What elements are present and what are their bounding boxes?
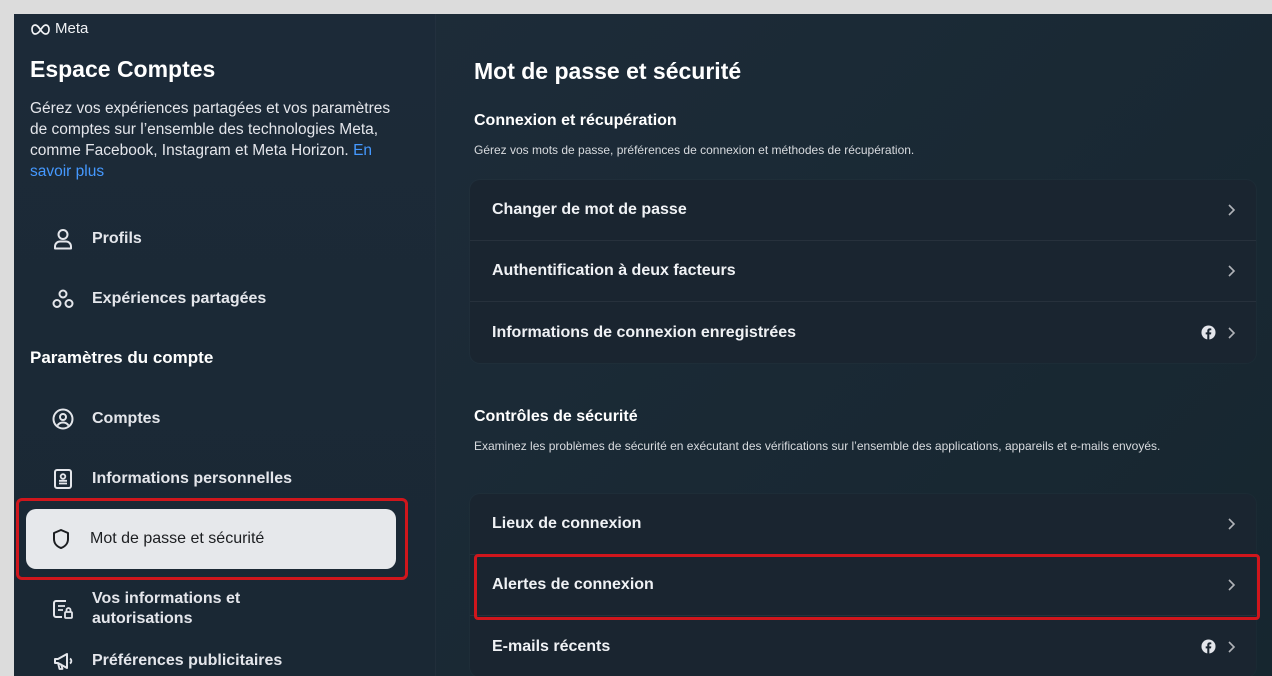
row-label: Authentification à deux facteurs xyxy=(492,262,736,279)
chevron-right-icon xyxy=(1228,518,1236,530)
two-factor-auth-row[interactable]: Authentification à deux facteurs xyxy=(470,241,1256,302)
security-checks-description: Examinez les problèmes de sécurité en ex… xyxy=(474,439,1161,453)
sidebar-item-label: Informations personnelles xyxy=(92,470,293,487)
shield-icon xyxy=(50,528,72,550)
sidebar: Meta Espace Comptes Gérez vos expérience… xyxy=(14,14,436,676)
sidebar-item-label: Vos informations et autorisations xyxy=(92,590,241,627)
chevron-right-icon xyxy=(1228,640,1236,653)
facebook-icon xyxy=(1201,325,1216,340)
row-label: Changer de mot de passe xyxy=(492,201,687,218)
info-permissions-icon xyxy=(52,598,74,620)
sidebar-item-label: Comptes xyxy=(92,410,161,427)
security-checks-card: Lieux de connexion Alertes de connexion … xyxy=(470,494,1256,676)
login-recovery-heading: Connexion et récupération xyxy=(474,112,677,129)
sidebar-item-password-security[interactable]: Mot de passe et sécurité xyxy=(26,509,396,569)
facebook-icon xyxy=(1201,639,1216,654)
account-settings-heading: Paramètres du compte xyxy=(30,348,214,367)
megaphone-icon xyxy=(52,650,74,672)
page-title: Mot de passe et sécurité xyxy=(474,58,742,84)
main-content: Mot de passe et sécurité Connexion et ré… xyxy=(458,14,1258,676)
meta-logo: Meta xyxy=(30,20,88,37)
login-alerts-row[interactable]: Alertes de connexion xyxy=(470,555,1256,616)
row-label: Alertes de connexion xyxy=(492,576,654,593)
sidebar-title: Espace Comptes xyxy=(30,56,216,82)
sidebar-item-label: Expériences partagées xyxy=(92,290,267,307)
sidebar-description-text: Gérez vos expériences partagées et vos p… xyxy=(30,100,391,159)
row-label: Informations de connexion enregistrées xyxy=(492,323,797,341)
sidebar-item-accounts[interactable]: Comptes xyxy=(28,390,398,448)
sidebar-item-profiles[interactable]: Profils xyxy=(28,210,398,268)
accounts-center-window: Meta Espace Comptes Gérez vos expérience… xyxy=(14,14,1272,676)
shared-experiences-icon xyxy=(52,288,74,310)
sidebar-item-label: Profils xyxy=(92,230,142,247)
change-password-row[interactable]: Changer de mot de passe xyxy=(470,180,1256,241)
sidebar-item-shared-experiences[interactable]: Expériences partagées xyxy=(28,270,398,328)
chevron-right-icon xyxy=(1228,579,1236,591)
chevron-right-icon xyxy=(1228,326,1236,339)
account-circle-icon xyxy=(52,408,74,430)
saved-login-info-row[interactable]: Informations de connexion enregistrées xyxy=(470,302,1256,363)
security-checks-heading: Contrôles de sécurité xyxy=(474,408,638,425)
sidebar-item-info-permissions[interactable]: Vos informations et autorisations xyxy=(28,580,398,638)
login-recovery-card: Changer de mot de passe Authentification… xyxy=(470,180,1256,363)
meta-infinity-icon xyxy=(31,23,50,35)
sidebar-item-personal-info[interactable]: Informations personnelles xyxy=(28,450,398,508)
sidebar-item-ad-preferences[interactable]: Préférences publicitaires xyxy=(28,632,398,676)
sidebar-description: Gérez vos expériences partagées et vos p… xyxy=(30,98,400,182)
login-locations-row[interactable]: Lieux de connexion xyxy=(470,494,1256,555)
login-recovery-description: Gérez vos mots de passe, préférences de … xyxy=(474,143,915,157)
sidebar-item-label: Mot de passe et sécurité xyxy=(90,530,265,547)
recent-emails-row[interactable]: E-mails récents xyxy=(470,616,1256,676)
meta-logo-text: Meta xyxy=(55,20,89,37)
person-icon xyxy=(52,228,74,250)
sidebar-item-label: Préférences publicitaires xyxy=(92,652,283,669)
row-label: Lieux de connexion xyxy=(492,515,642,532)
chevron-right-icon xyxy=(1228,204,1236,216)
id-card-icon xyxy=(52,468,74,490)
row-label: E-mails récents xyxy=(492,637,611,655)
chevron-right-icon xyxy=(1228,265,1236,277)
